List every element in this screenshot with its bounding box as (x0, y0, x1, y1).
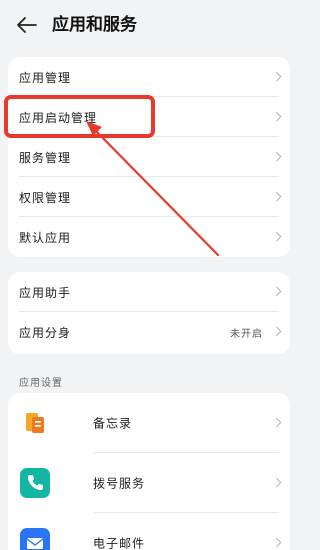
app-management-group: 应用管理 应用启动管理 服务管理 权限管理 默认应用 (8, 57, 290, 257)
back-arrow-icon[interactable] (16, 14, 38, 36)
app-twin-label: 应用分身 (19, 325, 72, 340)
app-management-item[interactable]: 应用管理 (8, 57, 290, 97)
chevron-right-icon (271, 151, 282, 162)
service-management-item[interactable]: 服务管理 (8, 137, 290, 177)
service-management-label: 服务管理 (19, 150, 72, 165)
chevron-right-icon (271, 191, 282, 202)
app-settings-group: 备忘录 拨号服务 电子邮件 (8, 393, 290, 550)
header: 应用和服务 (0, 0, 298, 52)
app-assistant-label: 应用助手 (19, 285, 72, 300)
chevron-right-icon (271, 477, 282, 488)
memo-app-item[interactable]: 备忘录 (8, 393, 290, 453)
dialer-app-item[interactable]: 拨号服务 (8, 453, 290, 513)
chevron-right-icon (271, 111, 282, 122)
app-assistant-item[interactable]: 应用助手 (8, 272, 290, 312)
dialer-icon (20, 468, 50, 498)
highlight-box (4, 95, 155, 138)
dialer-app-label: 拨号服务 (93, 476, 146, 491)
chevron-right-icon (271, 537, 282, 548)
memo-icon (26, 413, 44, 433)
chevron-right-icon (271, 286, 282, 297)
chevron-right-icon (271, 326, 282, 337)
permission-management-label: 权限管理 (19, 190, 72, 205)
chevron-right-icon (271, 231, 282, 242)
email-icon (20, 528, 50, 550)
default-apps-label: 默认应用 (19, 230, 72, 245)
permission-management-item[interactable]: 权限管理 (8, 177, 290, 217)
email-app-label: 电子邮件 (93, 536, 146, 550)
app-twin-status: 未开启 (230, 328, 263, 340)
email-app-item[interactable]: 电子邮件 (8, 513, 290, 550)
page-title: 应用和服务 (52, 15, 137, 35)
chevron-right-icon (271, 71, 282, 82)
default-apps-item[interactable]: 默认应用 (8, 217, 290, 257)
chevron-right-icon (271, 417, 282, 428)
memo-app-label: 备忘录 (93, 416, 133, 431)
app-assistant-group: 应用助手 应用分身 未开启 (8, 272, 290, 354)
app-twin-item[interactable]: 应用分身 未开启 (8, 312, 290, 352)
settings-page: 应用和服务 应用管理 应用启动管理 服务管理 权限管理 默认应用 应用助手 应用… (0, 0, 298, 550)
app-management-label: 应用管理 (19, 70, 72, 85)
section-label-app-settings: 应用设置 (19, 378, 63, 389)
